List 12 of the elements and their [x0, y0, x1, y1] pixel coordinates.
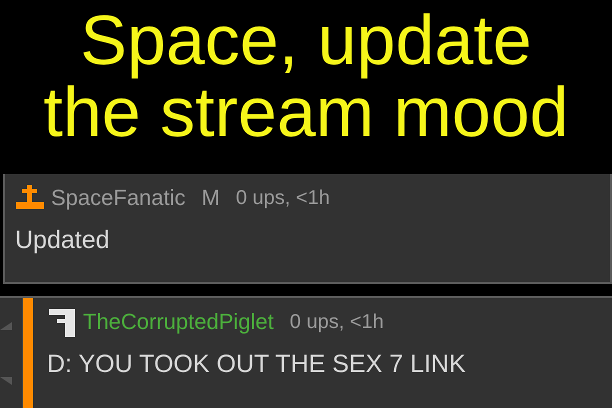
downvote-icon[interactable] — [0, 376, 12, 384]
comment-text: Updated — [15, 226, 111, 255]
username[interactable]: SpaceFanatic — [51, 185, 186, 211]
upvote-icon[interactable] — [0, 322, 12, 330]
comment-meta: 0 ups, <1h — [236, 186, 330, 210]
cross-icon — [15, 185, 45, 211]
caption-line: Space, update — [80, 4, 532, 76]
username[interactable]: TheCorruptedPiglet — [83, 309, 274, 335]
avatar-icon — [47, 307, 77, 337]
user-flag-label: M — [202, 185, 220, 211]
comment-text: D: YOU TOOK OUT THE SEX 7 LINK — [47, 350, 466, 379]
comment-meta: 0 ups, <1h — [290, 310, 384, 334]
